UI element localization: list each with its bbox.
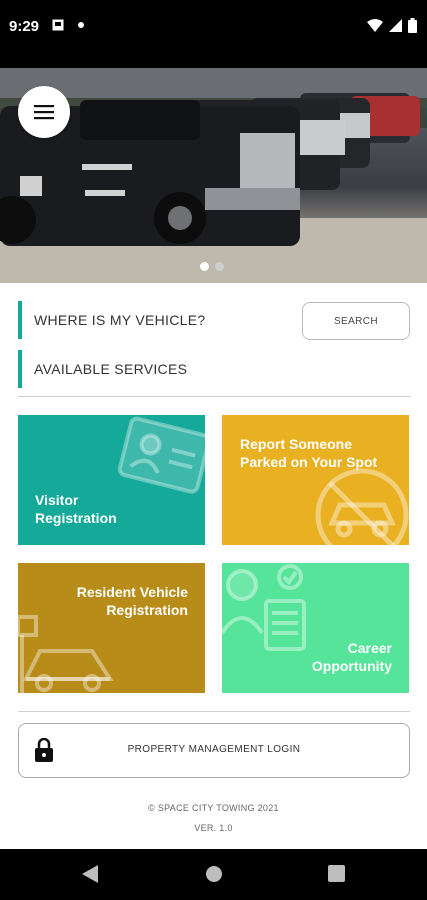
recents-icon[interactable] <box>328 865 345 882</box>
system-icons <box>367 18 417 33</box>
property-management-login-button[interactable]: PROPERTY MANAGEMENT LOGIN <box>18 723 410 778</box>
hamburger-icon <box>34 105 54 120</box>
notification-dot-icon <box>78 22 84 28</box>
menu-button[interactable] <box>18 86 70 138</box>
notification-image-icon <box>52 19 64 31</box>
home-icon[interactable] <box>205 865 223 883</box>
tile-label: Visitor Registration <box>35 492 117 526</box>
login-label: PROPERTY MANAGEMENT LOGIN <box>127 744 301 755</box>
tile-label: Career Opportunity <box>311 640 392 674</box>
signal-icon <box>389 19 402 32</box>
tile-label: Resident Vehicle Registration <box>76 584 188 618</box>
resident-vehicle-registration-tile[interactable]: Resident Vehicle Registration <box>18 563 205 693</box>
navigation-bar <box>0 849 427 900</box>
carousel-dot-active[interactable] <box>200 262 209 271</box>
search-button[interactable]: SEARCH <box>302 302 410 340</box>
notification-icons <box>52 19 84 31</box>
divider <box>18 711 410 712</box>
divider <box>18 396 410 397</box>
car-parking-icon <box>18 615 114 693</box>
back-icon[interactable] <box>82 865 98 883</box>
tile-label: Report Someone Parked on Your Spot <box>240 436 378 470</box>
id-card-icon <box>117 416 205 494</box>
career-opportunity-tile[interactable]: Career Opportunity <box>222 563 409 693</box>
copyright-text: © SPACE CITY TOWING 2021 <box>148 803 279 813</box>
services-title: AVAILABLE SERVICES <box>18 350 187 388</box>
carousel-dot[interactable] <box>215 262 224 271</box>
battery-icon <box>408 18 417 33</box>
version-text: VER. 1.0 <box>194 823 233 833</box>
report-parked-tile[interactable]: Report Someone Parked on Your Spot <box>222 415 409 545</box>
job-applicant-icon <box>222 564 306 651</box>
vehicle-search-title: WHERE IS MY VEHICLE? <box>18 301 205 339</box>
carousel-indicator <box>200 262 224 271</box>
status-bar: 9:29 <box>0 0 427 58</box>
wifi-icon <box>367 19 383 32</box>
status-time: 9:29 <box>9 18 40 35</box>
no-parking-car-icon <box>315 468 409 545</box>
visitor-registration-tile[interactable]: Visitor Registration <box>18 415 205 545</box>
